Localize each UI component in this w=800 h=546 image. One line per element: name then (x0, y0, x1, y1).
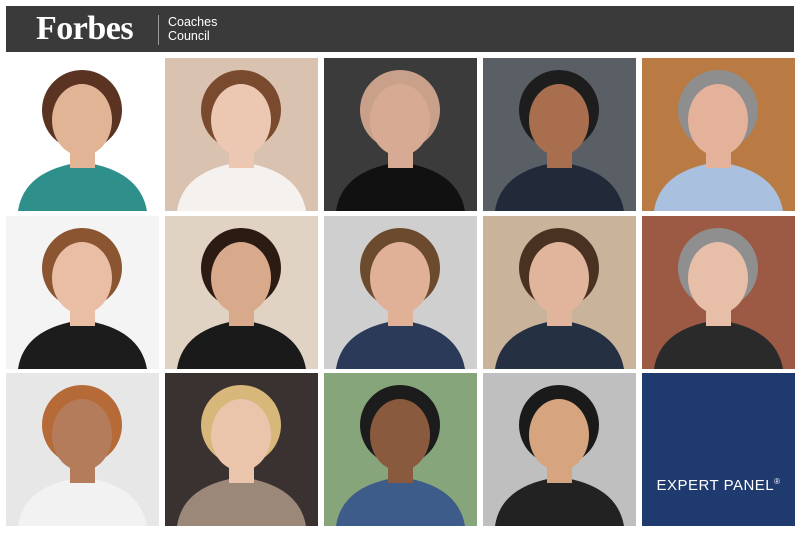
portrait-face (52, 84, 112, 156)
portrait-face (370, 399, 430, 471)
portrait-face (529, 84, 589, 156)
portrait-1 (6, 58, 159, 211)
portrait-11 (6, 373, 159, 526)
portrait-illustration (165, 373, 318, 526)
portrait-2 (165, 58, 318, 211)
portrait-illustration (6, 216, 159, 369)
header-divider (158, 15, 159, 45)
portrait-face (211, 242, 271, 314)
portrait-grid: EXPERT PANEL® (6, 58, 795, 526)
portrait-3 (324, 58, 477, 211)
portrait-illustration (6, 58, 159, 211)
council-name: Coaches Council (168, 15, 217, 43)
portrait-9 (483, 216, 636, 369)
portrait-illustration (324, 216, 477, 369)
portrait-12 (165, 373, 318, 526)
portrait-illustration (165, 58, 318, 211)
portrait-illustration (483, 58, 636, 211)
portrait-4 (483, 58, 636, 211)
portrait-illustration (642, 216, 795, 369)
council-line-2: Council (168, 29, 210, 43)
portrait-face (529, 242, 589, 314)
forbes-logo: Forbes (36, 10, 134, 47)
portrait-face (688, 242, 748, 314)
portrait-illustration (483, 216, 636, 369)
portrait-6 (6, 216, 159, 369)
portrait-face (52, 399, 112, 471)
expert-panel-tile: EXPERT PANEL® (642, 373, 795, 526)
portrait-10 (642, 216, 795, 369)
portrait-13 (324, 373, 477, 526)
council-line-1: Coaches (168, 15, 218, 29)
registered-mark: ® (774, 477, 781, 486)
portrait-7 (165, 216, 318, 369)
portrait-face (688, 84, 748, 156)
portrait-illustration (324, 373, 477, 526)
portrait-face (370, 84, 430, 156)
portrait-illustration (483, 373, 636, 526)
portrait-face (211, 399, 271, 471)
portrait-face (52, 242, 112, 314)
portrait-face (211, 84, 271, 156)
portrait-face (529, 399, 589, 471)
portrait-illustration (324, 58, 477, 211)
portrait-14 (483, 373, 636, 526)
portrait-8 (324, 216, 477, 369)
portrait-5 (642, 58, 795, 211)
forbes-header: Forbes Coaches Council (6, 6, 794, 52)
expert-panel-text: EXPERT PANEL (656, 477, 775, 494)
portrait-illustration (165, 216, 318, 369)
portrait-face (370, 242, 430, 314)
portrait-illustration (642, 58, 795, 211)
portrait-illustration (6, 373, 159, 526)
expert-panel-label: EXPERT PANEL® (642, 477, 795, 494)
